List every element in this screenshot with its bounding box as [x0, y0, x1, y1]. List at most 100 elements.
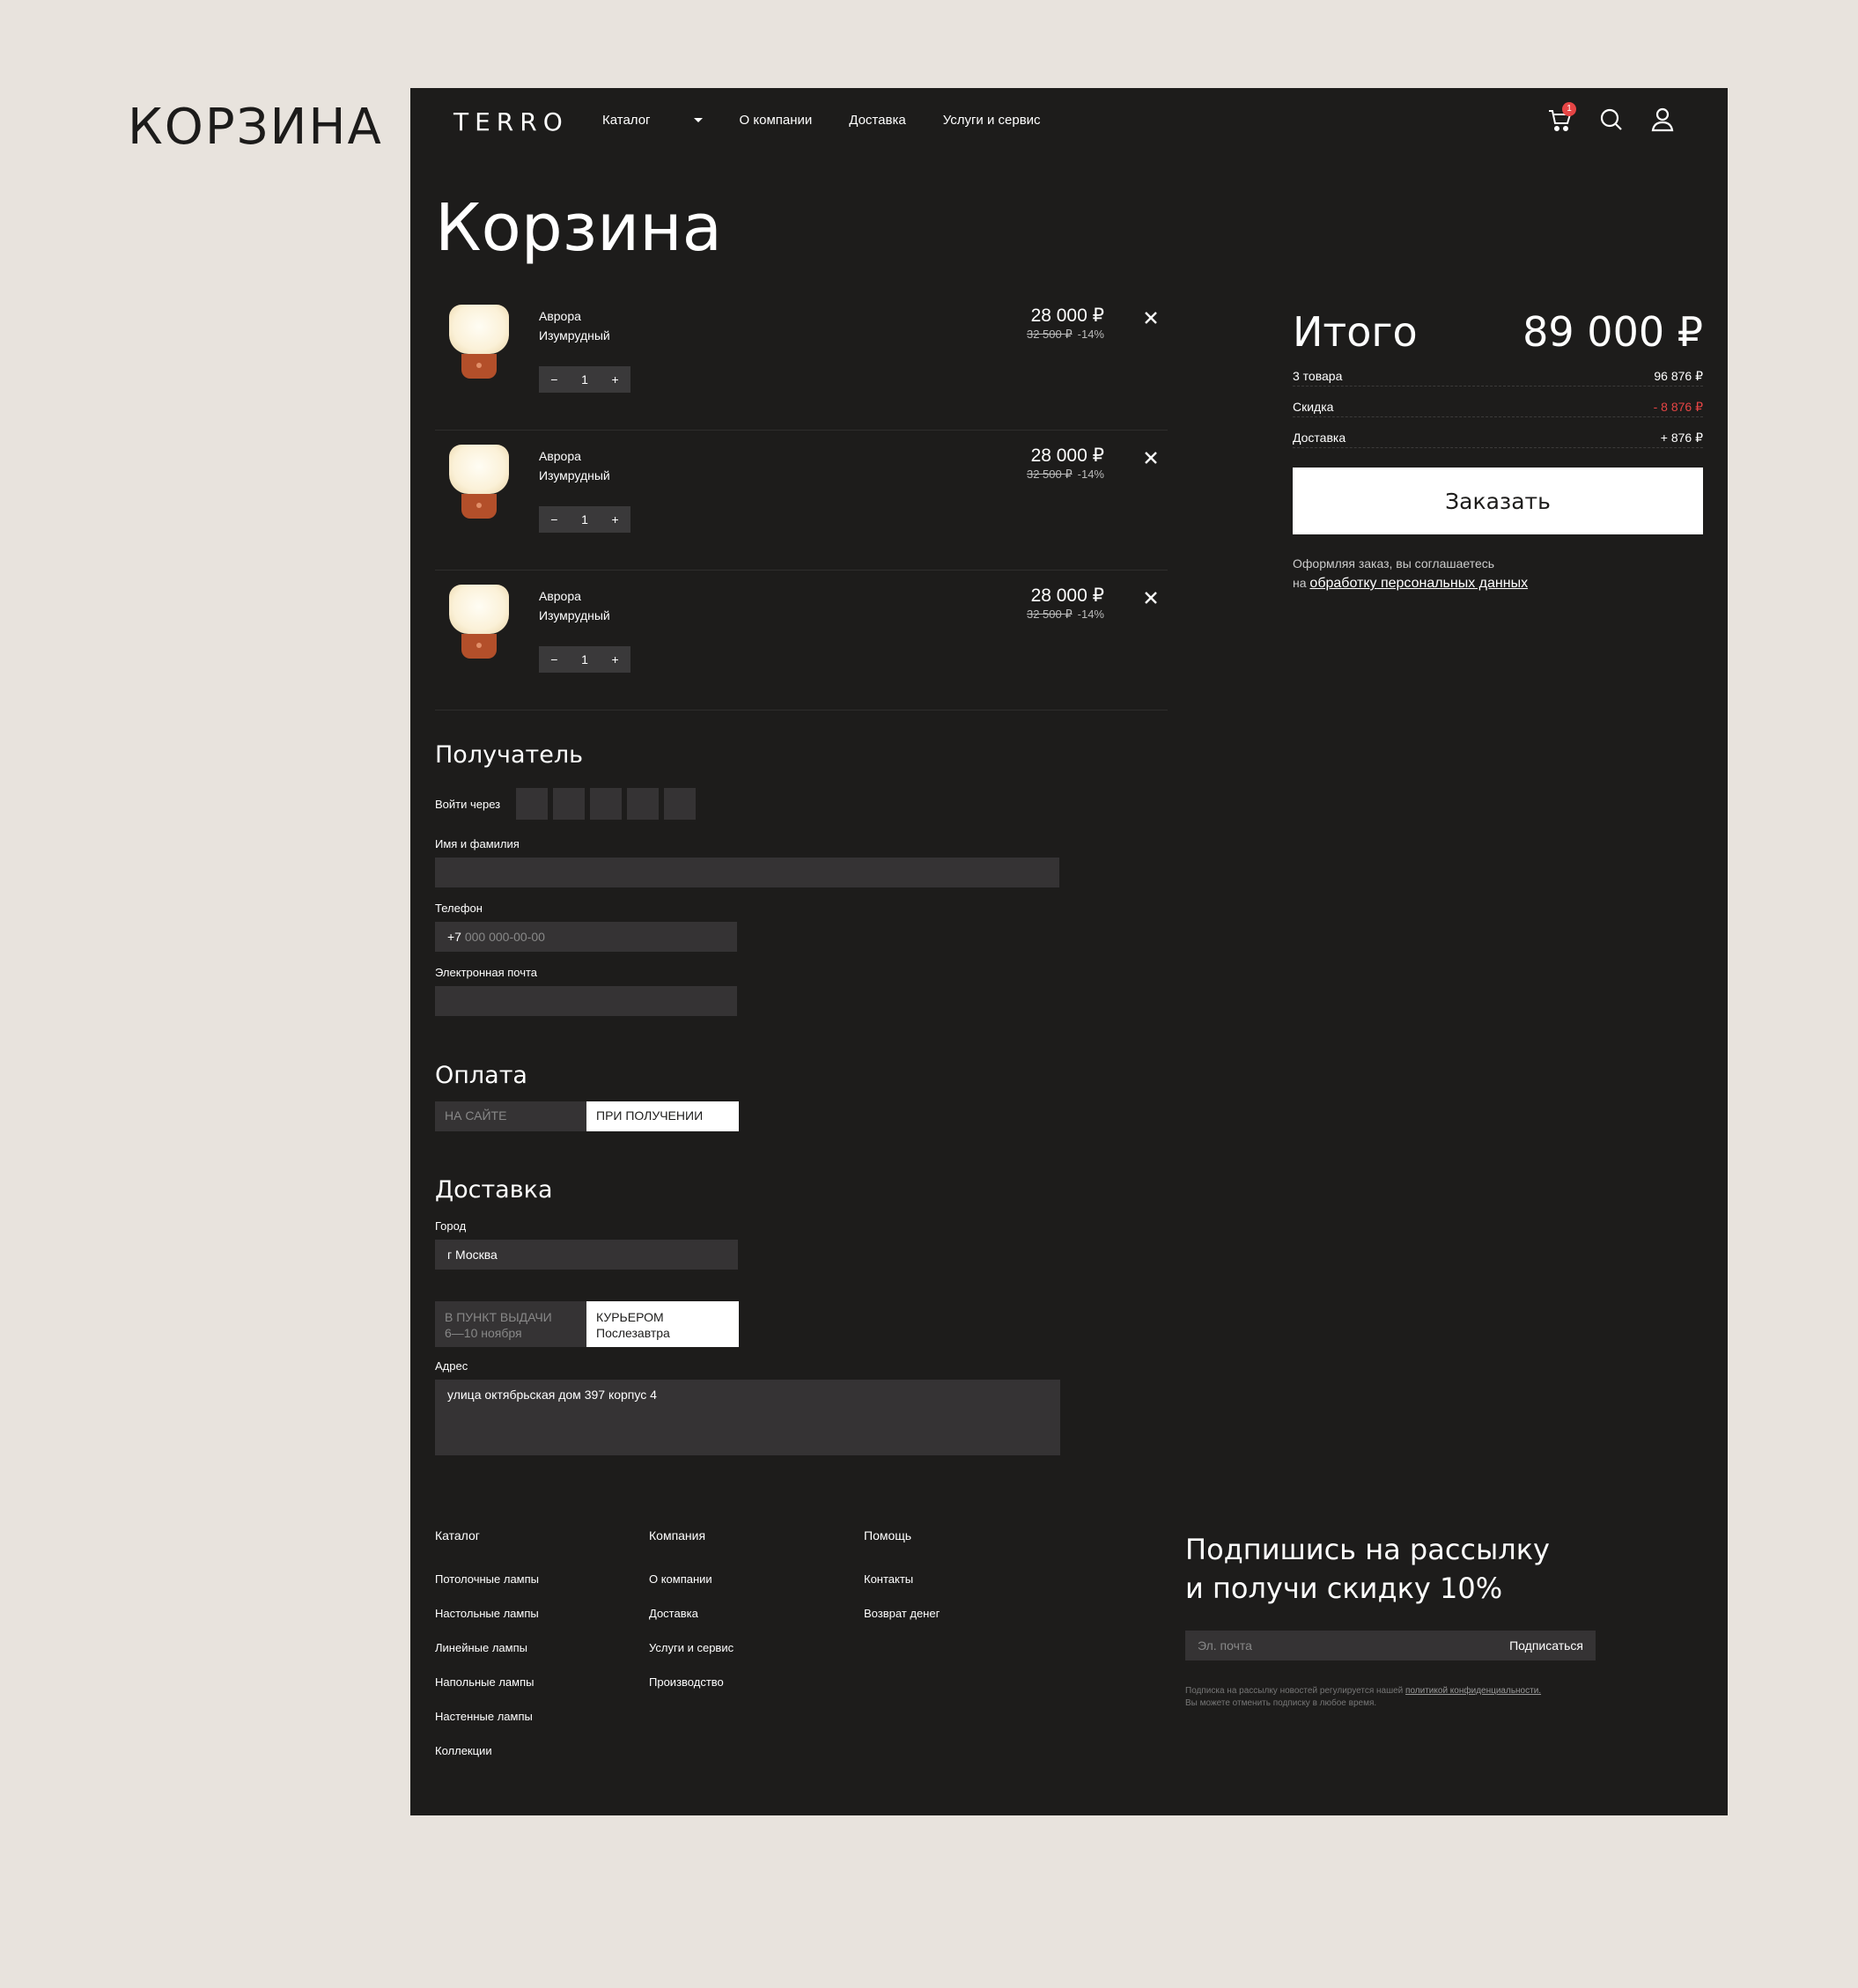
payment-title: Оплата: [435, 1062, 527, 1089]
price: 28 000 ₽: [1030, 306, 1104, 326]
newsletter-note: Подписка на рассылку новостей регулирует…: [1185, 1686, 1542, 1708]
old-price: 32 500 ₽: [1026, 328, 1073, 341]
footer-company-heading: Компания: [649, 1528, 706, 1543]
summary-row-discount: Скидка - 8 876 ₽: [1293, 400, 1703, 417]
order-summary: Итого 89 000 ₽ 3 товара 96 876 ₽ Скидка - …: [1293, 308, 1703, 593]
address-field[interactable]: улица октябрьская дом 397 корпус 4: [435, 1380, 1060, 1455]
subscribe-button[interactable]: Подписаться: [1509, 1638, 1583, 1653]
discount: -14%: [1077, 607, 1104, 621]
quantity-stepper: − 1 +: [539, 506, 630, 533]
price-block: 28 000 ₽ 32 500 ₽ -14%: [1027, 445, 1104, 482]
phone-field[interactable]: +7 000 000-00-00: [435, 922, 737, 952]
qty-plus-button[interactable]: +: [612, 512, 619, 526]
product-image[interactable]: [449, 585, 511, 667]
cart-item: Аврора Изумрудный −1 + 28 000 ₽32 500 ₽ -14…: [435, 291, 1168, 431]
social-login-button[interactable]: [516, 788, 549, 820]
footer-link[interactable]: Доставка: [649, 1607, 843, 1620]
cart-icon[interactable]: 1: [1546, 102, 1576, 134]
payment-option-receive[interactable]: ПРИ ПОЛУЧЕНИИ: [586, 1101, 739, 1131]
payment-section: Оплата НА САЙТЕ ПРИ ПОЛУЧЕНИИ: [435, 1062, 739, 1131]
product-variant: Изумрудный: [539, 608, 610, 622]
recipient-title: Получатель: [435, 741, 584, 769]
email-label: Электронная почта: [435, 966, 538, 979]
footer-link[interactable]: Потолочные лампы: [435, 1572, 629, 1586]
footer-link[interactable]: О компании: [649, 1572, 843, 1586]
footer-link[interactable]: Настольные лампы: [435, 1607, 629, 1620]
social-login-button[interactable]: [664, 788, 697, 820]
email-field[interactable]: [435, 986, 737, 1016]
qty-minus-button[interactable]: −: [550, 512, 557, 526]
header-icons: 1: [1546, 102, 1677, 134]
footer-link[interactable]: Линейные лампы: [435, 1641, 629, 1654]
footer-link[interactable]: Контакты: [864, 1572, 1058, 1586]
payment-toggle: НА САЙТЕ ПРИ ПОЛУЧЕНИИ: [435, 1101, 739, 1131]
social-login-button[interactable]: [553, 788, 586, 820]
social-login-button[interactable]: [627, 788, 660, 820]
qty-plus-button[interactable]: +: [612, 652, 619, 666]
qty-minus-button[interactable]: −: [550, 372, 557, 387]
footer-link[interactable]: Производство: [649, 1675, 843, 1689]
order-button[interactable]: Заказать: [1293, 468, 1703, 534]
nav-about[interactable]: О компании: [740, 113, 813, 128]
delivery-title: Доставка: [435, 1176, 553, 1204]
recipient-section: Получатель Войти через Имя и фамилия Тел…: [435, 741, 1059, 1016]
price: 28 000 ₽: [1030, 445, 1104, 466]
quantity-stepper: − 1 +: [539, 366, 630, 393]
page-title: Корзина: [435, 190, 722, 266]
delivery-method-toggle: В ПУНКТ ВЫДАЧИ 6—10 ноября КУРЬЕРОМ Послез…: [435, 1301, 1060, 1347]
old-price: 32 500 ₽: [1026, 607, 1073, 621]
cart-list: Аврора Изумрудный −1 + 28 000 ₽32 500 ₽ -14…: [435, 291, 1168, 711]
price-block: 28 000 ₽32 500 ₽ -14%: [1027, 585, 1104, 622]
product-name[interactable]: Аврора: [539, 446, 610, 466]
footer-link[interactable]: Коллекции: [435, 1744, 629, 1757]
logo[interactable]: TERRO: [453, 107, 569, 136]
city-field[interactable]: г Москва: [435, 1240, 738, 1270]
footer-company: Компания О компании Доставка Услуги и се…: [649, 1528, 843, 1710]
delivery-option-courier[interactable]: КУРЬЕРОМ Послезавтра: [586, 1301, 739, 1347]
name-field[interactable]: [435, 858, 1059, 887]
close-icon[interactable]: [1141, 588, 1161, 607]
delivery-option-pickup[interactable]: В ПУНКТ ВЫДАЧИ 6—10 ноября: [435, 1301, 586, 1347]
newsletter-form: Эл. почта Подписаться: [1185, 1631, 1596, 1660]
cart-item: Аврора Изумрудный − 1 + 28 000 ₽ 32 500 ₽ -14…: [435, 431, 1168, 571]
footer-help: Помощь Контакты Возврат денег: [864, 1528, 1058, 1641]
privacy-policy-link[interactable]: политикой конфиденциальности.: [1405, 1686, 1541, 1696]
footer-link[interactable]: Напольные лампы: [435, 1675, 629, 1689]
chevron-down-icon: [693, 118, 703, 122]
footer-link[interactable]: Услуги и сервис: [649, 1641, 843, 1654]
nav-delivery[interactable]: Доставка: [849, 113, 905, 128]
social-login-buttons: [516, 788, 697, 820]
nav-catalog[interactable]: Каталог: [602, 113, 703, 128]
product-image[interactable]: [449, 305, 511, 387]
price: 28 000 ₽: [1030, 585, 1104, 606]
product-variant: Изумрудный: [539, 468, 610, 482]
social-login-button[interactable]: [590, 788, 623, 820]
product-name[interactable]: Аврора: [539, 586, 610, 606]
payment-option-site[interactable]: НА САЙТЕ: [435, 1101, 586, 1131]
discount: -14%: [1077, 468, 1104, 481]
qty-value: 1: [581, 512, 588, 526]
product-variant: Изумрудный: [539, 328, 610, 342]
product-name[interactable]: Аврора: [539, 306, 610, 326]
agreement-text: Оформляя заказ, вы соглашаетесь на обраб…: [1293, 556, 1529, 591]
footer-help-heading: Помощь: [864, 1528, 912, 1543]
footer-link[interactable]: Возврат денег: [864, 1607, 1058, 1620]
price-block: 28 000 ₽32 500 ₽ -14%: [1027, 305, 1104, 342]
side-title: КОРЗИНА: [128, 99, 383, 156]
qty-minus-button[interactable]: −: [550, 652, 557, 666]
qty-plus-button[interactable]: +: [612, 372, 619, 387]
cart-item: Аврора Изумрудный −1 + 28 000 ₽32 500 ₽ -14…: [435, 571, 1168, 711]
nav-services[interactable]: Услуги и сервис: [943, 113, 1041, 128]
newsletter-email-input[interactable]: Эл. почта: [1198, 1638, 1252, 1653]
close-icon[interactable]: [1141, 448, 1161, 468]
summary-row-delivery: Доставка + 876 ₽: [1293, 431, 1703, 448]
close-icon[interactable]: [1141, 308, 1161, 328]
privacy-link[interactable]: обработку персональных данных: [1309, 576, 1528, 591]
address-label: Адрес: [435, 1359, 468, 1373]
search-icon[interactable]: [1597, 106, 1626, 134]
product-image[interactable]: [449, 445, 511, 527]
user-icon[interactable]: [1648, 106, 1677, 134]
old-price: 32 500 ₽: [1026, 468, 1073, 481]
delivery-section: Доставка Город г Москва В ПУНКТ ВЫДАЧИ 6—…: [435, 1176, 1060, 1455]
footer-link[interactable]: Настенные лампы: [435, 1710, 629, 1723]
